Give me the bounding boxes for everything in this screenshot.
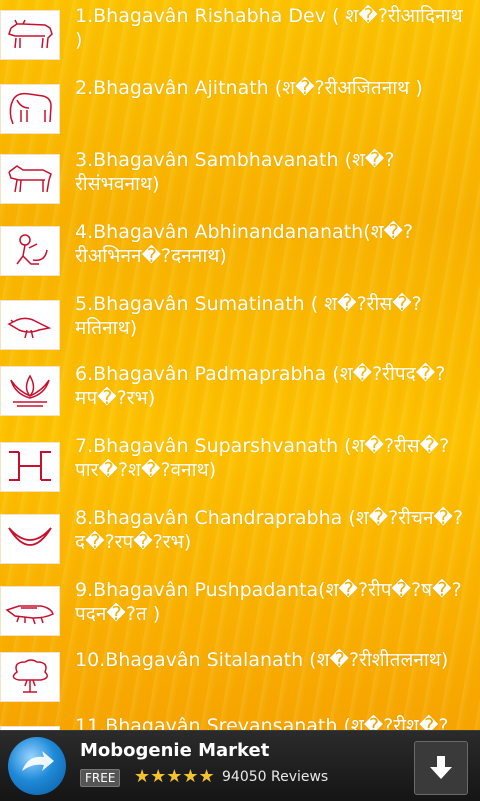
elephant-icon [0, 84, 60, 134]
list-item-title: 6.Bhagavân Padmaprabha (श�?रीपद�?मप�?रभ) [75, 363, 446, 409]
list-item-title: 4.Bhagavân Abhinandananath(श�?रीअभिनन�?द… [75, 221, 414, 267]
list-item[interactable]: 1.Bhagavân Rishabha Dev ( श�?रीआदिनाथ ) [0, 0, 480, 72]
mobogenie-logo-icon[interactable] [8, 737, 66, 795]
tree-icon [0, 652, 60, 702]
lotus-icon [0, 366, 60, 416]
tirthankara-list: 1.Bhagavân Rishabha Dev ( श�?रीआदिनाथ ) … [0, 0, 480, 730]
ad-banner[interactable]: Mobogenie Market FREE ★★★★★ 94050 Review… [0, 730, 480, 801]
list-item[interactable]: 4.Bhagavân Abhinandananath(श�?रीअभिनन�?द… [0, 216, 480, 288]
crocodile-icon [0, 586, 60, 636]
list-item-title: 5.Bhagavân Sumatinath ( श�?रीस�?मतिनाथ) [75, 293, 422, 339]
list-item-title: 10.Bhagavân Sitalanath (श�?रीशीतलनाथ) [75, 649, 449, 671]
list-item[interactable]: 5.Bhagavân Sumatinath ( श�?रीस�?मतिनाथ) [0, 288, 480, 360]
list-item[interactable]: 11.Bhagavân Sreyansanath (श�?रीश�?रेयांस… [0, 714, 480, 730]
free-badge: FREE [80, 769, 121, 787]
download-arrow-icon [430, 756, 452, 779]
list-item-title: 3.Bhagavân Sambhavanath (श�?रीसंभवनाथ) [75, 149, 395, 195]
list-item[interactable]: 7.Bhagavân Suparshvanath (श�?रीस�?पार�?श… [0, 430, 480, 502]
list-item[interactable]: 9.Bhagavân Pushpadanta(श�?रीप�?ष�?पदन�?त… [0, 574, 480, 646]
monkey-icon [0, 226, 60, 276]
list-item-title: 1.Bhagavân Rishabha Dev ( श�?रीआदिनाथ ) [75, 5, 463, 51]
list-item-title: 8.Bhagavân Chandraprabha (श�?रीचन�?द�?रप… [75, 507, 464, 553]
ad-app-name[interactable]: Mobogenie Market [80, 740, 269, 761]
list-item[interactable]: 3.Bhagavân Sambhavanath (श�?रीसंभवनाथ) [0, 144, 480, 216]
horse-icon [0, 154, 60, 204]
review-count: 94050 Reviews [222, 769, 329, 785]
list-item-title: 7.Bhagavân Suparshvanath (श�?रीस�?पार�?श… [75, 435, 450, 481]
list-item[interactable]: 10.Bhagavân Sitalanath (श�?रीशीतलनाथ) [0, 644, 480, 716]
list-item-title: 9.Bhagavân Pushpadanta(श�?रीप�?ष�?पदन�?त… [75, 579, 462, 625]
list-item-title: 11.Bhagavân Sreyansanath (श�?रीश�?रेयांस… [75, 715, 449, 730]
download-button[interactable] [414, 741, 468, 795]
swastika-icon [0, 442, 60, 492]
list-item[interactable]: 2.Bhagavân Ajitnath (श�?रीअजितनाथ ) [0, 72, 480, 144]
list-item[interactable]: 8.Bhagavân Chandraprabha (श�?रीचन�?द�?रप… [0, 502, 480, 574]
list-item[interactable]: 6.Bhagavân Padmaprabha (श�?रीपद�?मप�?रभ) [0, 358, 480, 430]
star-rating-icon: ★★★★★ [134, 766, 215, 787]
list-item-title: 2.Bhagavân Ajitnath (श�?रीअजितनाथ ) [75, 77, 423, 99]
crescent-moon-icon [0, 514, 60, 564]
bull-icon [0, 10, 60, 60]
bird-icon [0, 300, 60, 350]
